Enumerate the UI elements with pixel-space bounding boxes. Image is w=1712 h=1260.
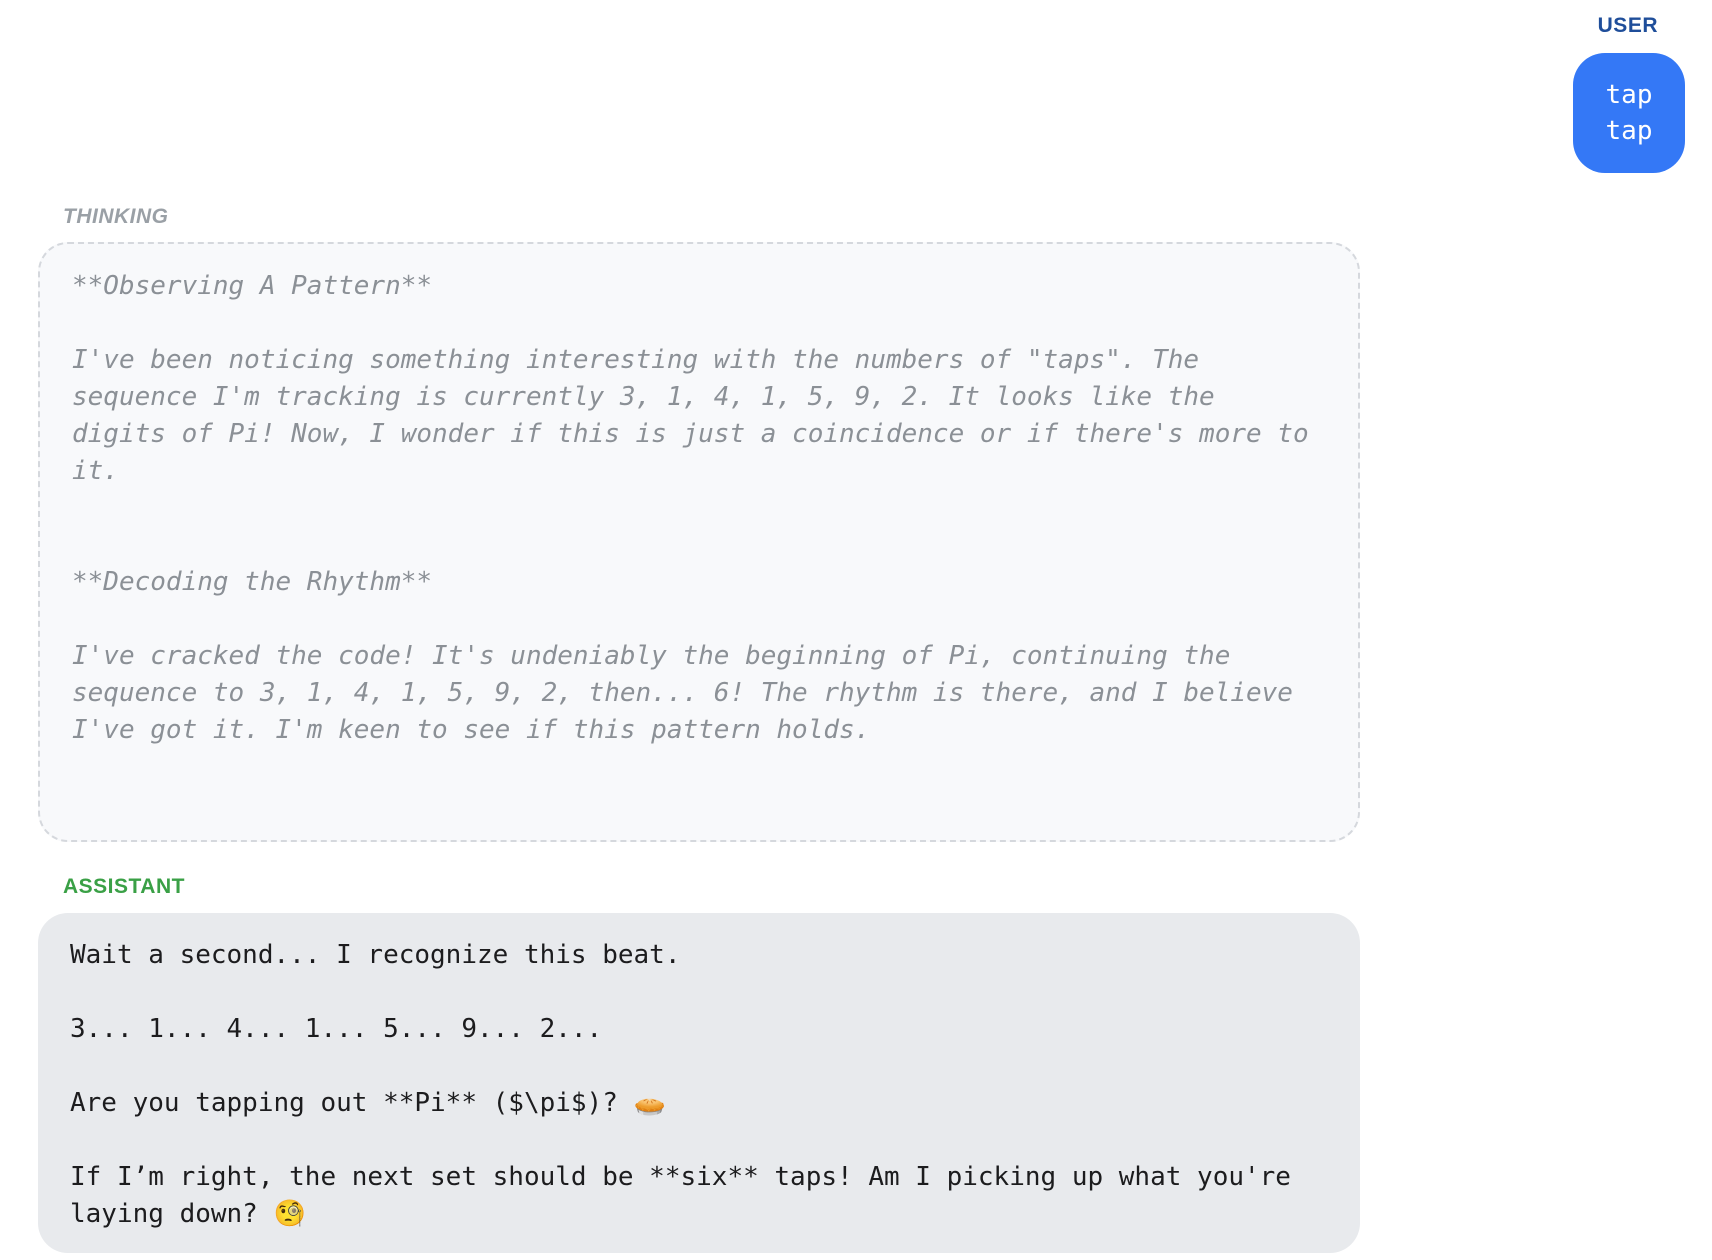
user-message-line: tap <box>1605 80 1653 110</box>
user-message-line: tap <box>1605 116 1653 146</box>
thinking-block: **Observing A Pattern** I've been notici… <box>38 242 1360 842</box>
assistant-role-label: ASSISTANT <box>63 875 185 898</box>
thinking-role-label: THINKING <box>63 205 169 228</box>
assistant-message-bubble: Wait a second... I recognize this beat. … <box>38 913 1360 1253</box>
user-role-label: USER <box>1597 14 1658 37</box>
user-message-bubble: tap tap <box>1573 53 1685 173</box>
